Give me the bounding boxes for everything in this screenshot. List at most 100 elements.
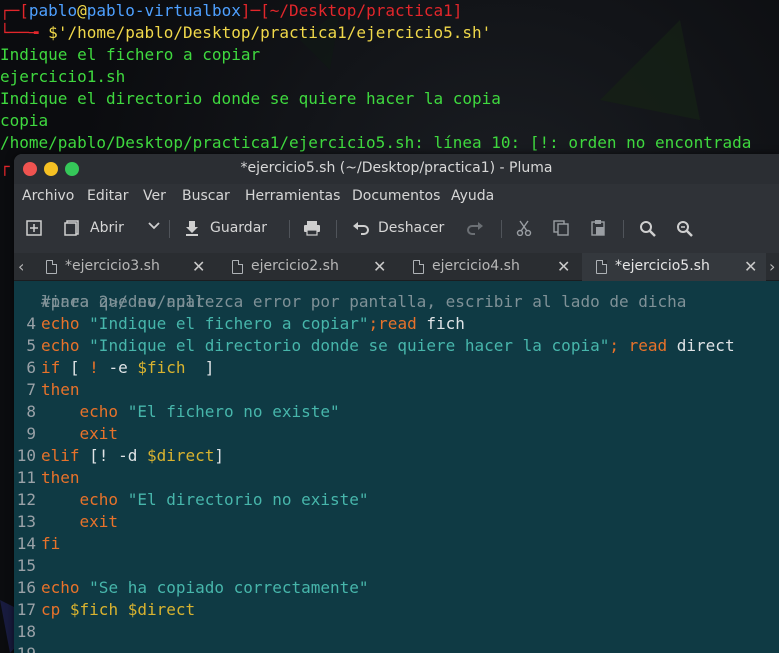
toolbar-separator bbox=[289, 220, 290, 238]
code-token: [! -d bbox=[79, 446, 147, 465]
code-text: cp $fich $direct bbox=[41, 599, 195, 621]
line-number: 5 bbox=[26, 336, 36, 355]
window-titlebar[interactable]: *ejercicio5.sh (~/Desktop/practica1) - P… bbox=[14, 154, 779, 184]
code-line-partial: #para que no aparezca error por pantalla… bbox=[14, 281, 686, 311]
tab-scroll-right-icon[interactable]: › bbox=[769, 257, 775, 276]
code-token: read bbox=[378, 314, 417, 333]
copy-button[interactable] bbox=[553, 220, 569, 236]
prompt-separator: ]─ bbox=[240, 1, 261, 20]
code-token: $fich bbox=[137, 358, 186, 377]
menubar: Archivo Editar Ver Buscar Herramientas D… bbox=[14, 184, 779, 210]
code-token: -e bbox=[98, 358, 138, 377]
menu-ayuda[interactable]: Ayuda bbox=[451, 188, 494, 204]
code-token: "El fichero no existe" bbox=[127, 402, 340, 421]
paste-button[interactable] bbox=[590, 220, 606, 236]
tab-scroll-left-icon[interactable]: ‹ bbox=[18, 257, 24, 276]
menu-archivo[interactable]: Archivo bbox=[22, 188, 74, 204]
search-button[interactable] bbox=[639, 220, 657, 238]
new-document-button[interactable] bbox=[26, 220, 42, 236]
terminal-next-prompt: ┌ bbox=[0, 157, 10, 176]
terminal-prompt-line: ┌─[pablo@pablo-virtualbox]─[~/Desktop/pr… bbox=[0, 0, 462, 22]
redo-icon bbox=[467, 222, 483, 235]
code-token: "Se ha copiado correctamente" bbox=[89, 578, 369, 597]
undo-button[interactable]: Deshacer bbox=[352, 220, 444, 236]
terminal-output-line: Indique el fichero a copiar bbox=[0, 45, 261, 64]
code-text: if [ ! -e $fich ] bbox=[41, 357, 214, 379]
copy-icon bbox=[553, 220, 569, 236]
tab-close-icon[interactable]: ✕ bbox=[557, 257, 570, 276]
code-editor[interactable]: #para que no aparezca error por pantalla… bbox=[14, 281, 779, 653]
new-document-icon bbox=[26, 220, 42, 236]
search-icon bbox=[640, 221, 656, 237]
recent-files-dropdown[interactable] bbox=[148, 218, 160, 234]
code-token: ; bbox=[368, 314, 379, 333]
line-number: 16 bbox=[16, 578, 36, 597]
line-number: 19 bbox=[14, 643, 36, 653]
menu-buscar[interactable]: Buscar bbox=[182, 188, 230, 204]
code-token: echo bbox=[41, 578, 90, 597]
code-token: fich bbox=[416, 314, 465, 333]
line-number: 9 bbox=[26, 424, 36, 443]
line-number: 18 bbox=[16, 622, 36, 641]
line-number: 11 bbox=[16, 468, 36, 487]
code-token: ! bbox=[89, 358, 99, 377]
tab-close-icon[interactable]: ✕ bbox=[744, 257, 757, 276]
code-token: then bbox=[41, 468, 80, 487]
tab-label: ejercicio2.sh bbox=[251, 258, 339, 274]
prompt-dollar: $ bbox=[48, 23, 58, 42]
menu-herramientas[interactable]: Herramientas bbox=[245, 188, 340, 204]
code-text: echo "Indique el directorio donde se qui… bbox=[41, 335, 735, 357]
paste-clipboard-icon bbox=[591, 220, 605, 236]
prompt-open: ┌─[ bbox=[0, 1, 29, 20]
save-download-icon bbox=[186, 221, 198, 236]
tab-ejercicio4[interactable]: ejercicio4.sh ✕ bbox=[399, 253, 579, 281]
line-number: 12 bbox=[16, 490, 36, 509]
code-token: echo bbox=[41, 490, 128, 509]
search-replace-button[interactable] bbox=[676, 220, 694, 238]
code-token: read bbox=[628, 336, 668, 355]
code-text: then bbox=[41, 379, 80, 401]
open-file-icon bbox=[64, 220, 79, 236]
terminal-command: '/home/pablo/Desktop/practica1/ejercicio… bbox=[57, 23, 492, 42]
undo-icon bbox=[353, 222, 369, 235]
print-icon bbox=[304, 221, 320, 236]
cut-button[interactable] bbox=[516, 220, 532, 236]
line-number: 6 bbox=[26, 358, 36, 377]
menu-ver[interactable]: Ver bbox=[143, 188, 166, 204]
code-text: exit bbox=[41, 511, 119, 533]
menu-documentos[interactable]: Documentos bbox=[352, 188, 440, 204]
document-icon bbox=[46, 260, 57, 274]
save-button[interactable]: Guardar bbox=[184, 220, 267, 236]
toolbar-separator bbox=[336, 220, 337, 238]
tab-label: ejercicio4.sh bbox=[432, 258, 520, 274]
code-token: "Indique el directorio donde se quiere h… bbox=[89, 336, 610, 355]
tab-close-icon[interactable]: ✕ bbox=[192, 257, 205, 276]
line-number: 14 bbox=[16, 534, 36, 553]
print-button[interactable] bbox=[303, 220, 321, 236]
code-token: $direct bbox=[127, 600, 196, 619]
tab-ejercicio3[interactable]: *ejercicio3.sh ✕ bbox=[32, 253, 214, 281]
code-token: cp bbox=[41, 600, 70, 619]
tab-ejercicio5[interactable]: *ejercicio5.sh ✕ bbox=[582, 253, 766, 281]
code-text: linea 2>/dev/null bbox=[41, 291, 205, 313]
code-text: echo "Indique el fichero a copiar";read … bbox=[41, 313, 465, 335]
code-token: "Indique el fichero a copiar" bbox=[89, 314, 369, 333]
code-token: exit bbox=[41, 512, 119, 531]
code-text: fi bbox=[41, 533, 60, 555]
code-text: echo "El fichero no existe" bbox=[41, 401, 340, 423]
document-icon bbox=[232, 260, 243, 274]
code-token: echo bbox=[41, 402, 128, 421]
save-button-label: Guardar bbox=[210, 220, 268, 236]
code-token: then bbox=[41, 380, 80, 399]
tab-close-icon[interactable]: ✕ bbox=[373, 257, 386, 276]
open-button-label: Abrir bbox=[90, 220, 124, 236]
tab-ejercicio2[interactable]: ejercicio2.sh ✕ bbox=[218, 253, 396, 281]
line-number: 13 bbox=[16, 512, 36, 531]
toolbar-separator bbox=[501, 220, 502, 238]
redo-button[interactable] bbox=[466, 220, 484, 236]
open-button[interactable]: Abrir bbox=[64, 220, 124, 236]
line-number: 7 bbox=[26, 380, 36, 399]
menu-editar[interactable]: Editar bbox=[87, 188, 128, 204]
line-number: 8 bbox=[26, 402, 36, 421]
